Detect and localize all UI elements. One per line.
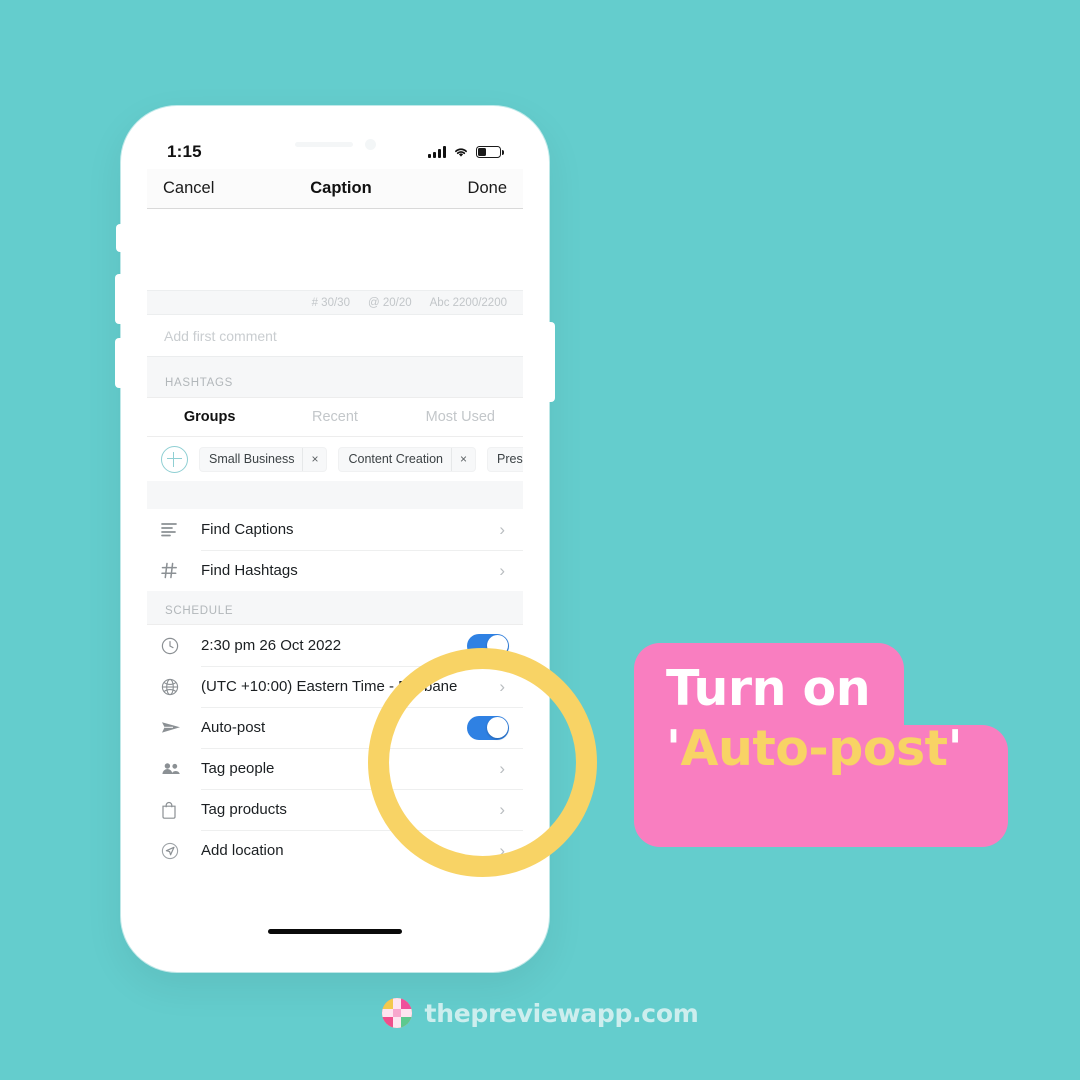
done-button[interactable]: Done [468,179,507,198]
row-tag-products[interactable]: Tag products › [147,789,523,830]
hashtags-section-header: HASHTAGS [147,357,523,397]
home-indicator [268,929,402,934]
callout-badge: Turn on 'Auto-post' [634,643,1032,847]
status-bar-clock: 1:15 [167,142,202,161]
close-icon[interactable]: × [450,447,475,471]
callout-text: Turn on 'Auto-post' [634,643,1032,847]
preview-app-logo-icon [381,998,412,1028]
align-left-icon [161,522,201,537]
front-camera-icon [364,138,376,150]
shopping-bag-icon [161,801,201,819]
row-add-location[interactable]: Add location › [147,830,523,871]
caption-counters: # 30/30 @ 20/20 Abc 2200/2200 [147,290,523,315]
mention-counter: @ 20/20 [367,296,412,309]
battery-low-icon [476,146,504,158]
tab-groups[interactable]: Groups [147,409,272,425]
chevron-right-icon: › [499,759,505,778]
chip-small-business[interactable]: Small Business × [199,446,328,472]
chip-label: Content Creation [348,452,443,466]
phone-screen: 1:15 Cancel Caption Done # 30/30 @ 20/20… [147,131,523,947]
phone-mockup: 1:15 Cancel Caption Done # 30/30 @ 20/20… [115,106,555,972]
row-tag-people[interactable]: Tag people › [147,748,523,789]
plus-circle-icon[interactable] [161,445,188,473]
tab-recent[interactable]: Recent [272,409,397,425]
globe-icon [161,678,201,696]
row-label: (UTC +10:00) Eastern Time - Brisbane [201,678,458,695]
first-comment-input[interactable]: Add first comment [147,315,523,357]
schedule-toggle[interactable] [467,633,509,658]
row-timezone[interactable]: (UTC +10:00) Eastern Time - Brisbane › [147,666,523,707]
tab-most-used[interactable]: Most Used [398,409,523,425]
row-label: Tag products [201,801,287,818]
phone-power-button [547,322,555,402]
quote-close: ' [947,719,963,777]
hashtag-counter: # 30/30 [311,296,350,309]
footer-wordmark: thepreviewapp.com [424,998,699,1028]
signal-bars-icon [428,146,446,158]
auto-post-toggle[interactable] [467,715,509,740]
row-label: Find Captions [201,521,294,538]
phone-mute-switch [116,224,123,252]
row-label: Add location [201,842,284,859]
row-auto-post[interactable]: Auto-post [147,707,523,748]
row-find-hashtags[interactable]: Find Hashtags › [147,550,523,591]
chip-content-creation[interactable]: Content Creation × [338,446,476,472]
hash-icon [161,562,201,579]
people-icon [161,762,201,776]
character-counter: Abc 2200/2200 [429,296,507,309]
chip-presets[interactable]: Prese [487,446,523,472]
callout-line-1: Turn on [666,660,871,717]
location-arrow-icon [161,842,201,860]
hashtags-section-label: HASHTAGS [165,377,234,389]
paper-plane-icon [161,720,201,736]
hashtags-section-spacer [147,481,523,509]
row-find-captions[interactable]: Find Captions › [147,509,523,550]
row-label: 2:30 pm 26 Oct 2022 [201,637,342,654]
caption-nav-bar: Cancel Caption Done [147,169,523,209]
phone-volume-up-button [115,274,123,324]
row-label: Find Hashtags [201,562,298,579]
find-rows: Find Captions › Find Hashtags › [147,509,523,591]
phone-notch [251,131,419,157]
footer-branding: thepreviewapp.com [0,998,1080,1028]
row-schedule-datetime[interactable]: 2:30 pm 26 Oct 2022 [147,625,523,666]
row-label: Tag people [201,760,275,777]
chip-label: Prese [497,452,523,466]
phone-volume-down-button [115,338,123,388]
caption-input[interactable] [147,209,523,290]
toggle-knob [486,717,508,738]
quote-open: ' [666,719,681,777]
schedule-rows: 2:30 pm 26 Oct 2022 (UTC +10:00) Eastern… [147,625,523,871]
wifi-icon [455,148,467,157]
earpiece-speaker-icon [294,141,353,147]
chevron-right-icon: › [499,520,505,539]
schedule-section-label: SCHEDULE [147,591,523,625]
status-bar-icons [428,142,504,158]
chevron-right-icon: › [499,677,505,696]
close-icon[interactable]: × [302,447,326,471]
page-title: Caption [310,179,372,197]
toggle-knob [486,635,508,656]
cancel-button[interactable]: Cancel [163,179,214,198]
callout-highlight: Auto-post [680,719,949,777]
clock-icon [161,637,201,655]
chip-label: Small Business [209,452,295,466]
hashtag-group-chips: Small Business × Content Creation × Pres… [147,437,523,481]
callout-line-2: 'Auto-post' [666,719,1032,779]
chevron-right-icon: › [499,841,505,860]
row-label: Auto-post [201,719,266,736]
chevron-right-icon: › [499,800,505,819]
chevron-right-icon: › [499,561,505,580]
hashtag-tabs: Groups Recent Most Used [147,397,523,437]
